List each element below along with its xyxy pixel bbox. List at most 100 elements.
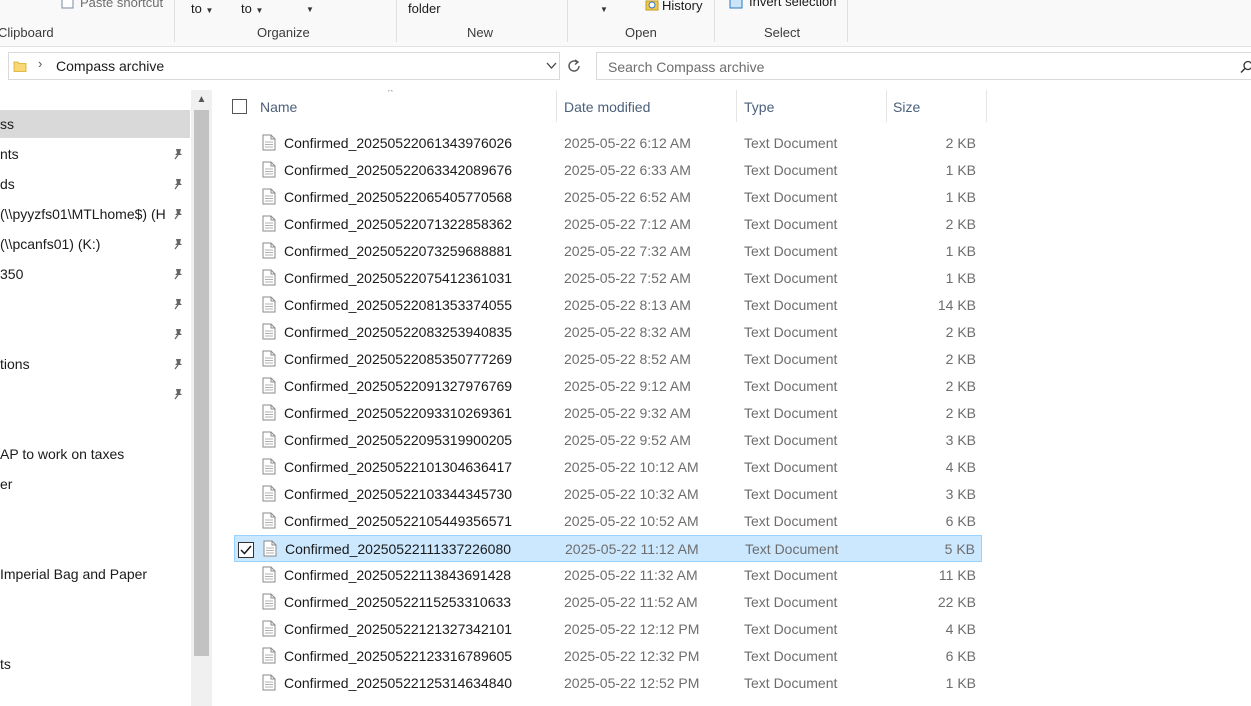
file-type: Text Document [744,594,838,610]
file-row[interactable]: Confirmed_20250522115253310633 2025-05-22… [234,589,982,616]
history-button[interactable]: History [662,0,702,13]
pin-icon[interactable] [172,388,184,400]
pin-icon[interactable] [172,268,184,280]
file-row[interactable]: Confirmed_20250522075412361031 2025-05-22… [234,265,982,292]
nav-item[interactable]: er [0,470,190,498]
text-document-icon [262,323,276,340]
file-row[interactable]: Confirmed_20250522071322858362 2025-05-22… [234,211,982,238]
file-row[interactable]: Confirmed_20250522063342089676 2025-05-22… [234,157,982,184]
paste-shortcut-button[interactable]: Paste shortcut [80,0,163,10]
ribbon-separator [714,0,715,42]
column-divider[interactable] [736,90,737,122]
pin-icon[interactable] [172,298,184,310]
column-divider[interactable] [556,90,557,122]
nav-item[interactable] [0,380,190,408]
nav-item[interactable] [0,530,190,558]
copy-to-button[interactable]: to ▼ [241,1,263,16]
file-size: 2 KB [945,405,976,421]
pin-icon[interactable] [172,148,184,160]
nav-item[interactable] [0,590,190,618]
nav-item-label: (\\pcanfs01) (K:) [0,236,101,252]
text-document-icon [262,215,276,232]
scroll-up-icon[interactable]: ▲ [194,92,209,107]
file-row[interactable]: Confirmed_20250522103344345730 2025-05-22… [234,481,982,508]
nav-item[interactable]: nts [0,140,190,168]
file-name: Confirmed_20250522111337226080 [285,541,512,557]
refresh-button[interactable] [562,52,586,80]
nav-item[interactable]: (\\pcanfs01) (K:) [0,230,190,258]
nav-item[interactable]: ds [0,170,190,198]
column-divider[interactable] [986,90,987,122]
file-row[interactable]: Confirmed_20250522061343976026 2025-05-22… [234,130,982,157]
nav-item[interactable] [0,290,190,318]
nav-item[interactable]: ss [0,110,190,138]
column-divider[interactable] [886,90,887,122]
file-size: 14 KB [937,297,976,313]
address-bar[interactable]: › Compass archive [8,52,560,80]
row-checkbox[interactable] [238,542,254,558]
file-row[interactable]: Confirmed_20250522101304636417 2025-05-22… [234,454,982,481]
file-row[interactable]: Confirmed_20250522093310269361 2025-05-22… [234,400,982,427]
search-box[interactable] [596,52,1251,80]
file-row[interactable]: Confirmed_20250522113843691428 2025-05-22… [234,562,982,589]
nav-item[interactable] [0,620,190,648]
file-size: 1 KB [945,189,976,205]
nav-item[interactable] [0,320,190,348]
nav-item[interactable] [0,500,190,528]
file-date-modified: 2025-05-22 7:12 AM [564,216,691,232]
search-input[interactable] [606,58,1210,76]
nav-item-label: (\\pyyzfs01\MTLhome$) (H [0,206,166,222]
nav-item-label: ds [0,176,15,192]
file-row[interactable]: Confirmed_20250522073259688881 2025-05-22… [234,238,982,265]
nav-item[interactable] [0,410,190,438]
nav-item[interactable]: ts [0,650,190,678]
more-options-dropdown[interactable]: ▼ [306,0,314,15]
file-row[interactable]: Confirmed_20250522085350777269 2025-05-22… [234,346,982,373]
file-row[interactable]: Confirmed_20250522123316789605 2025-05-22… [234,643,982,670]
file-row[interactable]: Confirmed_20250522081353374055 2025-05-22… [234,292,982,319]
file-date-modified: 2025-05-22 9:32 AM [564,405,691,421]
nav-item[interactable]: Imperial Bag and Paper [0,560,190,588]
file-row[interactable]: Confirmed_20250522095319900205 2025-05-22… [234,427,982,454]
nav-item[interactable]: (\\pyyzfs01\MTLhome$) (H [0,200,190,228]
file-date-modified: 2025-05-22 9:12 AM [564,378,691,394]
file-row[interactable]: Confirmed_20250522065405770568 2025-05-22… [234,184,982,211]
address-path[interactable]: Compass archive [56,58,164,74]
move-to-button[interactable]: to ▼ [191,1,213,16]
file-row[interactable]: Confirmed_20250522125314634840 2025-05-22… [234,670,982,697]
column-header-type[interactable]: Type [744,97,774,117]
pin-icon[interactable] [172,328,184,340]
select-all-checkbox[interactable] [232,99,247,114]
file-row[interactable]: Confirmed_20250522105449356571 2025-05-22… [234,508,982,535]
column-header-name[interactable]: Name [260,97,297,117]
pin-icon[interactable] [172,358,184,370]
nav-item[interactable]: AP to work on taxes [0,440,190,468]
history-icon [645,0,659,11]
file-size: 2 KB [945,351,976,367]
invert-selection-button[interactable]: Invert selection [749,0,836,9]
text-document-icon [262,269,276,286]
file-row[interactable]: Confirmed_20250522091327976769 2025-05-22… [234,373,982,400]
checkmark-icon [240,545,252,555]
file-row[interactable]: Confirmed_20250522083253940835 2025-05-22… [234,319,982,346]
pin-icon[interactable] [172,178,184,190]
column-header-date[interactable]: Date modified [564,97,650,117]
file-date-modified: 2025-05-22 9:52 AM [564,432,691,448]
file-size: 2 KB [945,378,976,394]
pin-icon[interactable] [172,238,184,250]
nav-scrollbar-thumb[interactable] [194,110,209,656]
nav-item-label: ts [0,656,11,672]
file-row[interactable]: Confirmed_20250522121327342101 2025-05-22… [234,616,982,643]
column-header-size[interactable]: Size [893,97,920,117]
ribbon-separator [174,0,175,42]
open-dropdown[interactable]: ▼ [600,0,608,15]
search-icon[interactable] [1240,60,1251,74]
nav-item[interactable]: tions [0,350,190,378]
pin-icon[interactable] [172,208,184,220]
file-row[interactable]: Confirmed_20250522111337226080 2025-05-22… [234,535,982,562]
new-folder-button[interactable]: folder [408,1,441,16]
nav-item[interactable]: 350 [0,260,190,288]
nav-scrollbar[interactable]: ▲ [191,90,212,706]
chevron-down-icon[interactable] [546,62,557,70]
chevron-right-icon[interactable]: › [38,56,42,71]
